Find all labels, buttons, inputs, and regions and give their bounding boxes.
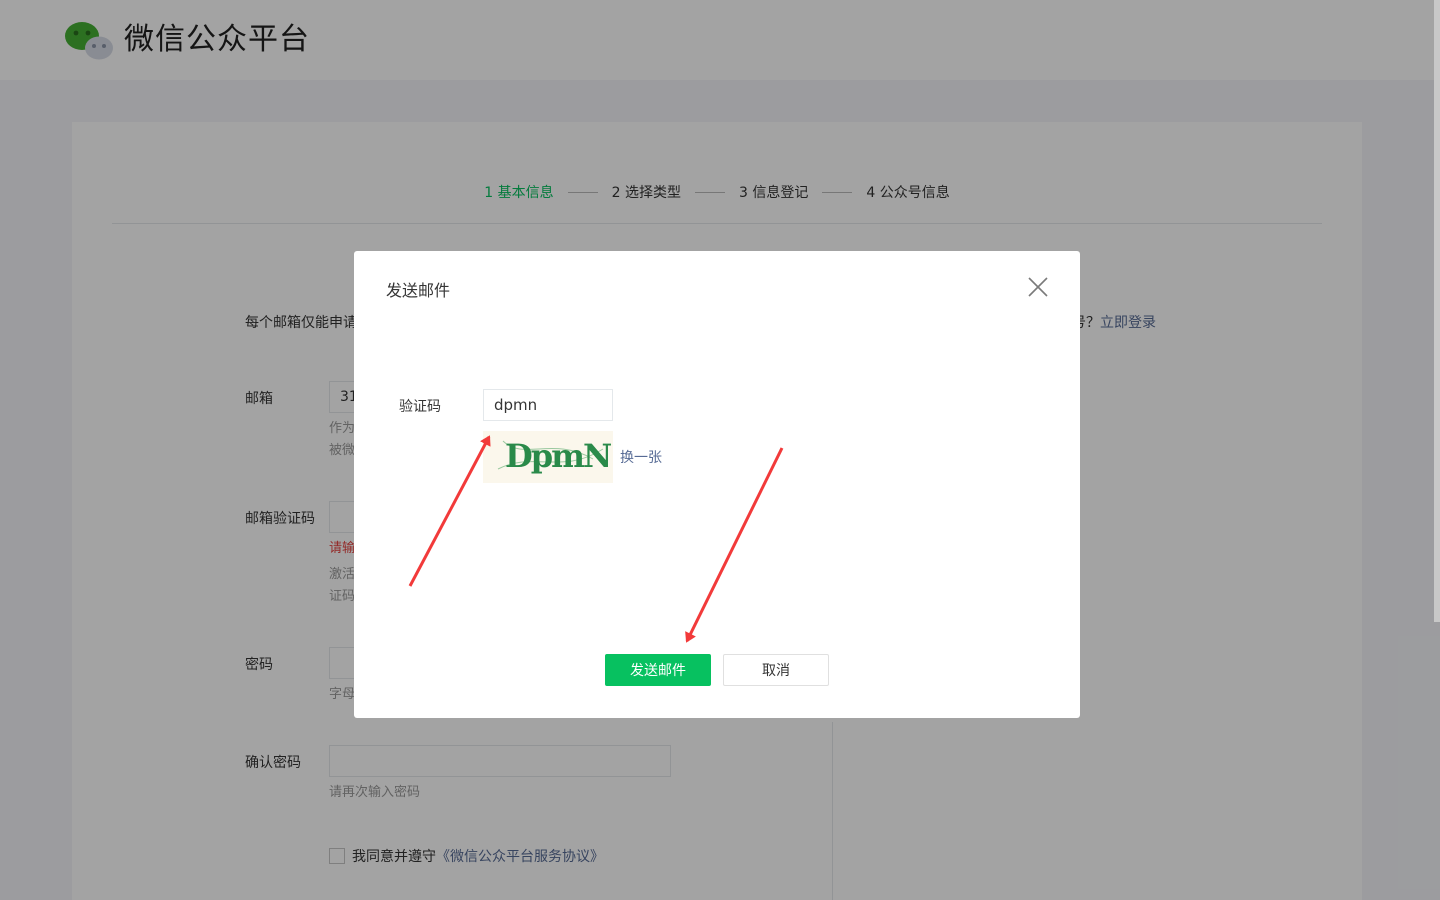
captcha-input[interactable] (483, 389, 613, 421)
captcha-text: DpmN (505, 437, 611, 475)
cancel-button[interactable]: 取消 (723, 654, 829, 686)
send-email-dialog: 发送邮件 验证码 DpmN 换一张 发送邮件 取消 (354, 251, 1080, 718)
refresh-captcha-link[interactable]: 换一张 (620, 447, 662, 467)
dialog-title: 发送邮件 (386, 281, 451, 300)
send-email-button[interactable]: 发送邮件 (605, 654, 711, 686)
captcha-image[interactable]: DpmN (483, 431, 613, 483)
captcha-label: 验证码 (399, 399, 441, 415)
close-icon[interactable] (1026, 275, 1050, 299)
page-scrollbar[interactable] (1434, 0, 1440, 622)
